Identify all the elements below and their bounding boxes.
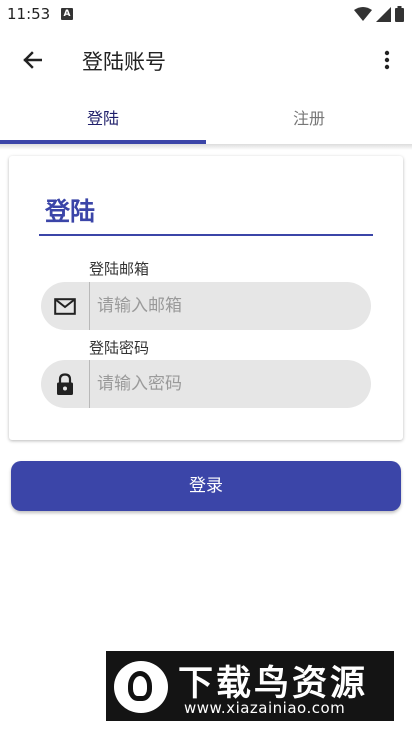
input-divider [89, 282, 90, 330]
email-icon-wrap [41, 282, 89, 330]
bird-logo-icon [114, 661, 168, 713]
watermark: 下载鸟资源 www.xiazainiao.com [106, 651, 394, 721]
battery-icon [395, 6, 404, 22]
page-title: 登陆账号 [82, 50, 166, 74]
tab-register[interactable]: 注册 [206, 96, 412, 144]
arrow-left-icon [23, 51, 42, 69]
email-label: 登陆邮箱 [89, 260, 150, 278]
app-bar: 登陆账号 [0, 30, 412, 90]
title-underline [39, 234, 373, 236]
tab-bar-shadow [0, 144, 412, 150]
login-card: 登陆 登陆邮箱 登陆密码 [9, 156, 403, 440]
card-title: 登陆 [45, 197, 96, 226]
watermark-url: www.xiazainiao.com [184, 699, 346, 717]
email-field-container [41, 282, 371, 330]
more-options-button[interactable] [372, 42, 402, 78]
wifi-icon [354, 6, 372, 21]
email-input[interactable] [97, 282, 357, 330]
status-icons [354, 5, 404, 23]
tab-bar: 登陆 注册 [0, 96, 412, 144]
input-divider [89, 360, 90, 408]
mail-icon [54, 297, 76, 315]
more-vertical-icon [384, 50, 390, 70]
status-time: 11:53 [7, 5, 51, 23]
back-button[interactable] [14, 42, 50, 78]
password-input[interactable] [97, 360, 357, 408]
password-icon-wrap [41, 360, 89, 408]
status-bar: 11:53 A [0, 0, 412, 30]
password-field-container [41, 360, 371, 408]
lock-icon [57, 372, 73, 395]
signal-icon [376, 6, 391, 22]
password-label: 登陆密码 [89, 339, 150, 357]
login-button[interactable]: 登录 [11, 461, 401, 511]
notification-icon: A [61, 8, 73, 20]
tab-login[interactable]: 登陆 [0, 96, 206, 144]
